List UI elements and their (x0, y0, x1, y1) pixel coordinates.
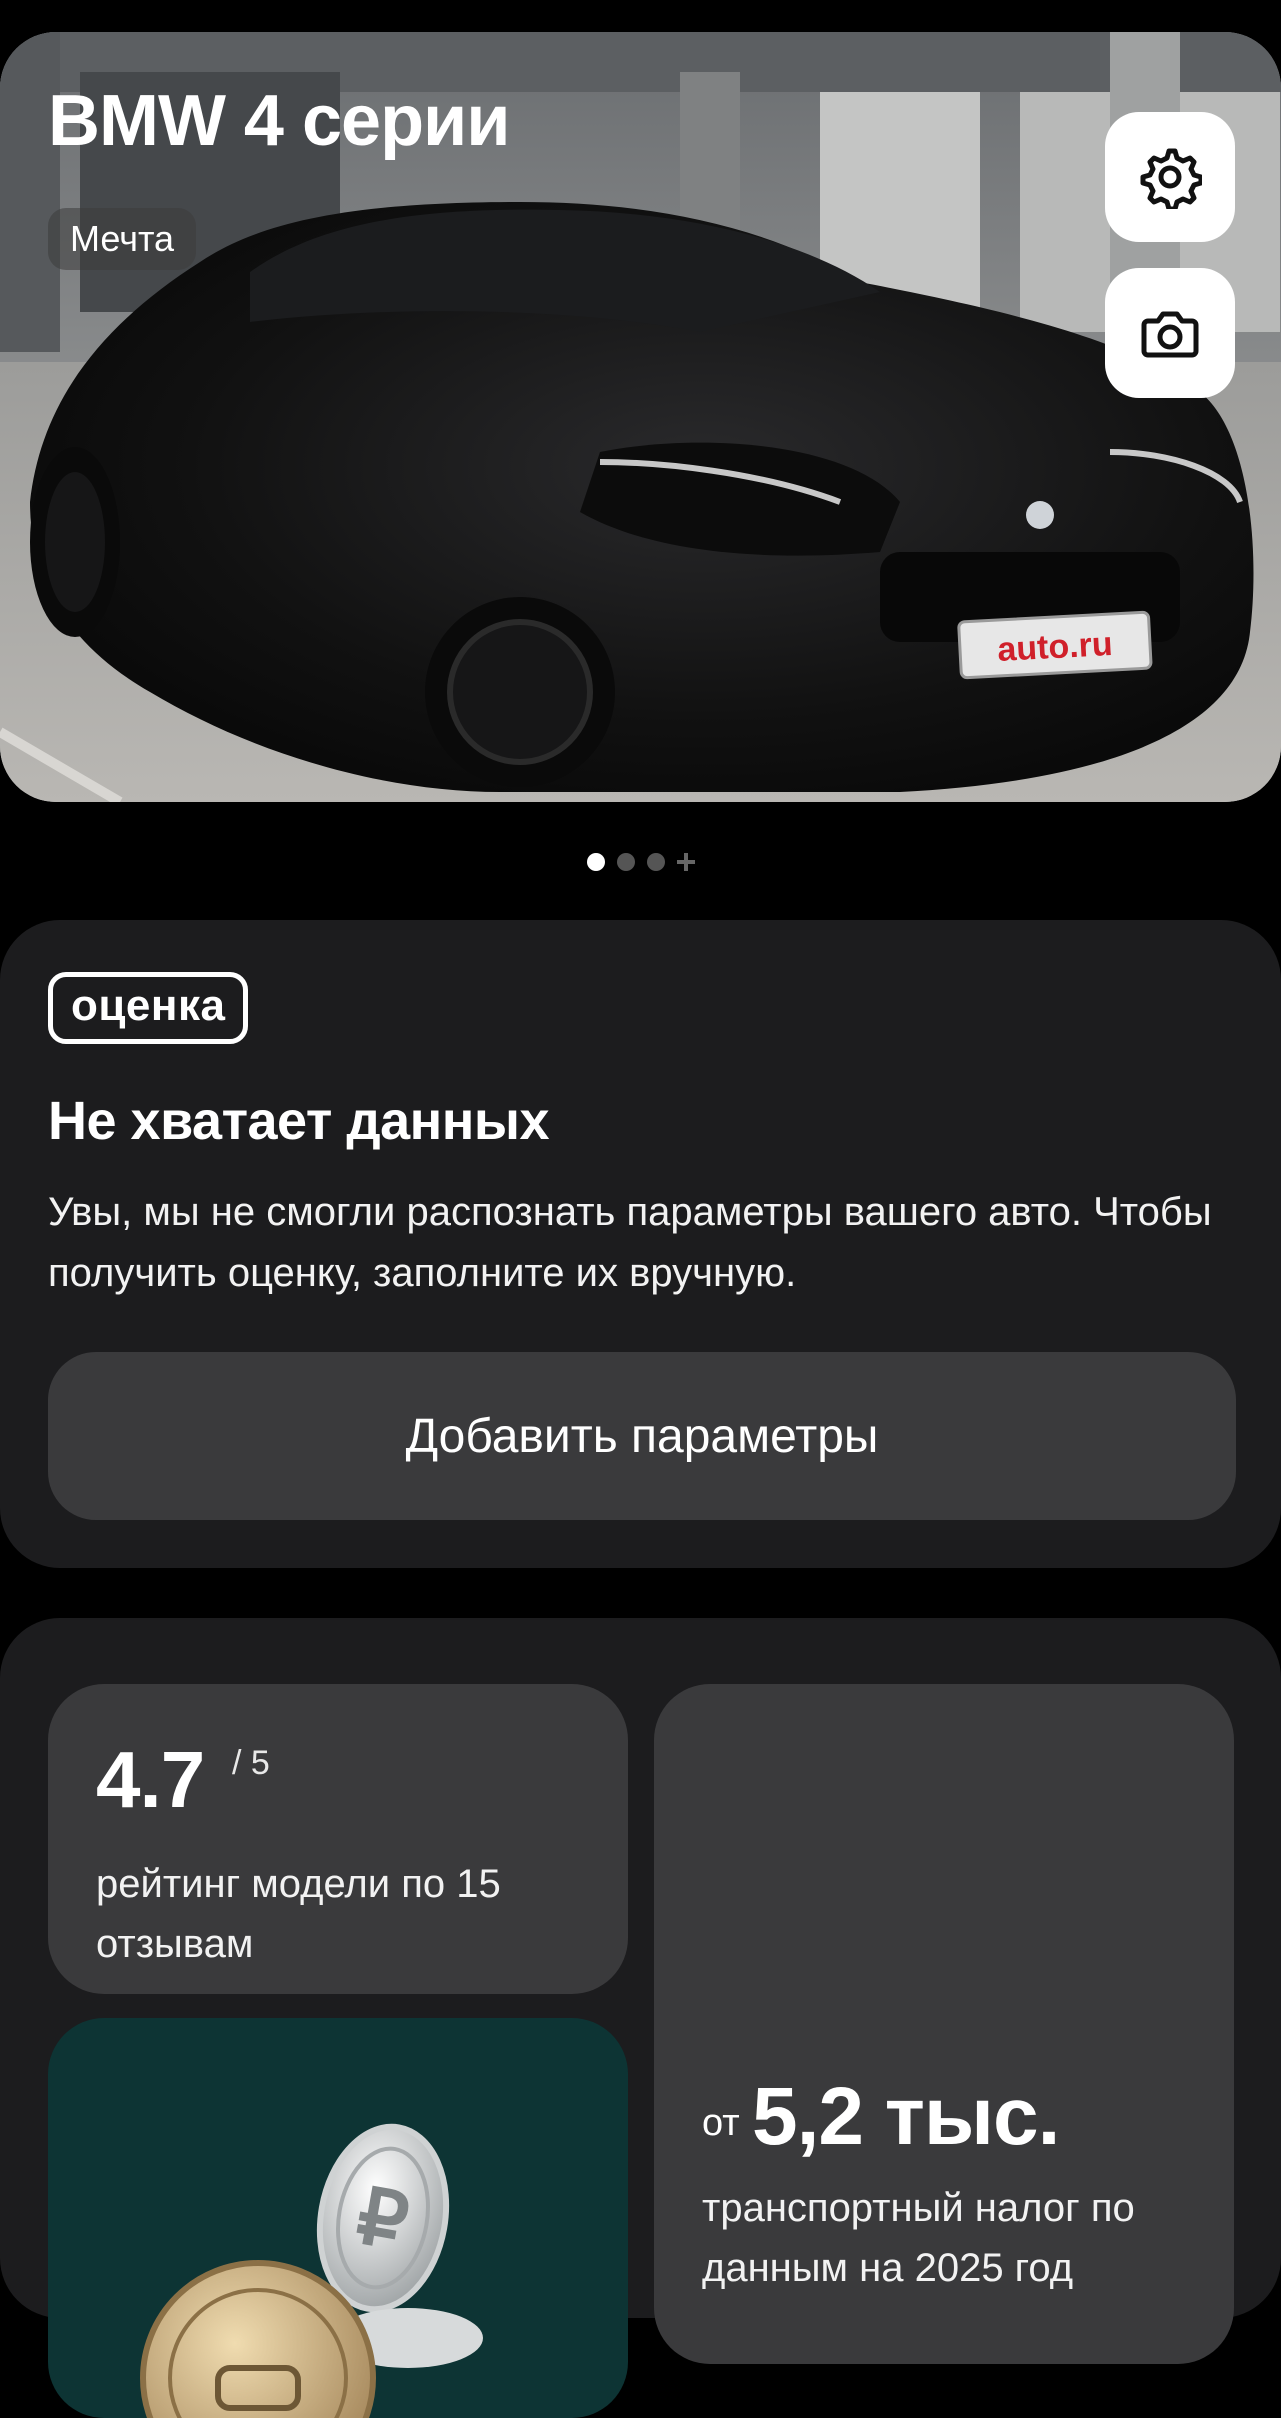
add-parameters-button[interactable]: Добавить параметры (48, 1352, 1236, 1520)
rating-description: рейтинг модели по 15 отзывам (96, 1862, 501, 1966)
pager-dot[interactable] (646, 853, 665, 871)
transport-tax-tile[interactable]: от 5,2 тыс. транспортный налог по данным… (654, 1684, 1234, 2364)
valuation-badge: оценка (48, 972, 249, 1044)
add-photo-icon[interactable] (676, 853, 695, 871)
pager-dot-active[interactable] (586, 853, 605, 871)
gear-icon (1140, 148, 1202, 209)
info-card: 4.7 / 5 рейтинг модели по 15 отзывам от … (0, 1618, 1281, 2418)
pager-dot[interactable] (616, 853, 635, 871)
camera-icon (1141, 311, 1199, 358)
tax-value: 5,2 тыс. (752, 2071, 1060, 2162)
svg-text:auto.ru: auto.ru (996, 625, 1113, 669)
valuation-description: Увы, мы не смогли распознать параметры в… (48, 1190, 1212, 1295)
camera-button[interactable] (1105, 268, 1235, 398)
valuation-card: оценка Не хватает данных Увы, мы не смог… (0, 920, 1281, 1568)
tax-description: транспортный налог по данным на 2025 год (702, 2186, 1135, 2290)
photo-pager[interactable] (0, 850, 1281, 874)
car-title: BMW 4 серии (48, 81, 511, 161)
rating-value: 4.7 (96, 1735, 205, 1824)
valuation-title: Не хватает данных (48, 1091, 550, 1151)
tax-prefix: от (702, 2102, 740, 2144)
promo-tile[interactable]: ₽ (48, 2018, 628, 2418)
license-plate: auto.ru (957, 610, 1153, 680)
settings-button[interactable] (1105, 112, 1235, 242)
rating-max: / 5 (232, 1744, 270, 1782)
car-tag[interactable]: Мечта (48, 208, 197, 270)
ruble-coins-icon: ₽ (140, 2123, 483, 2418)
model-rating-tile[interactable]: 4.7 / 5 рейтинг модели по 15 отзывам (48, 1684, 628, 1994)
car-photo-card[interactable]: auto.ru BMW 4 серии Мечта (0, 32, 1281, 802)
